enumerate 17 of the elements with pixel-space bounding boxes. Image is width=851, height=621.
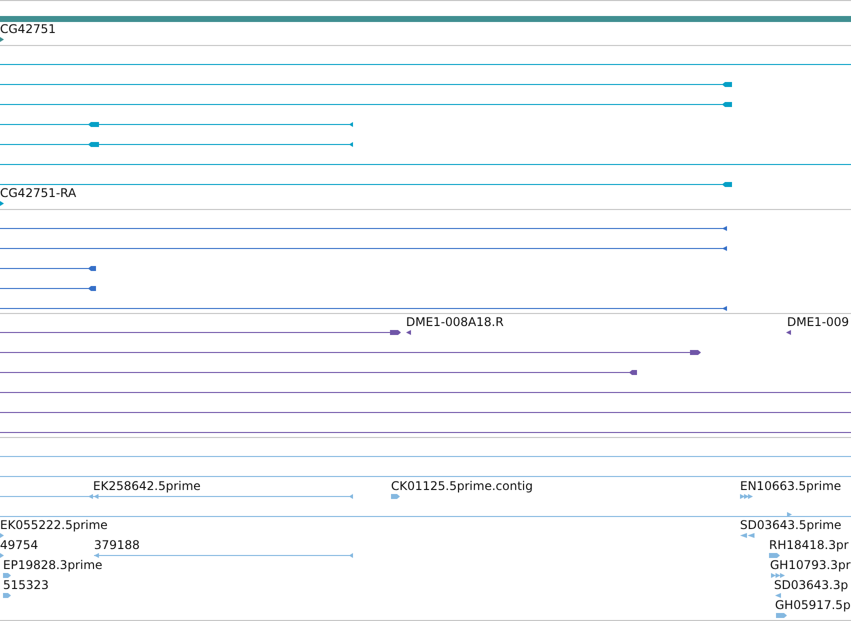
feature-label: RH18418.3pr bbox=[769, 538, 849, 552]
feature-label: 379188 bbox=[94, 538, 140, 552]
feature-label: EK258642.5prime bbox=[93, 479, 201, 493]
feature-label: SD03643.5prime bbox=[740, 518, 842, 532]
feature-label: EP19828.3prime bbox=[3, 558, 102, 572]
feature-label: SD03643.3p bbox=[774, 578, 848, 592]
feature-label: CG42751 bbox=[0, 22, 56, 36]
feature-label: EK055222.5prime bbox=[0, 518, 108, 532]
feature-label: DME1-009 bbox=[787, 315, 850, 329]
feature-label: EN10663.5prime bbox=[740, 479, 842, 493]
feature-label: CK01125.5prime.contig bbox=[391, 479, 533, 493]
feature-label: CG42751-RA bbox=[0, 186, 76, 200]
feature-label: GH05917.5p bbox=[775, 598, 851, 612]
feature-label: 49754 bbox=[0, 538, 38, 552]
feature-label: 515323 bbox=[3, 578, 49, 592]
feature-label: DME1-008A18.R bbox=[406, 315, 504, 329]
feature-label: GH10793.3pr bbox=[770, 558, 850, 572]
